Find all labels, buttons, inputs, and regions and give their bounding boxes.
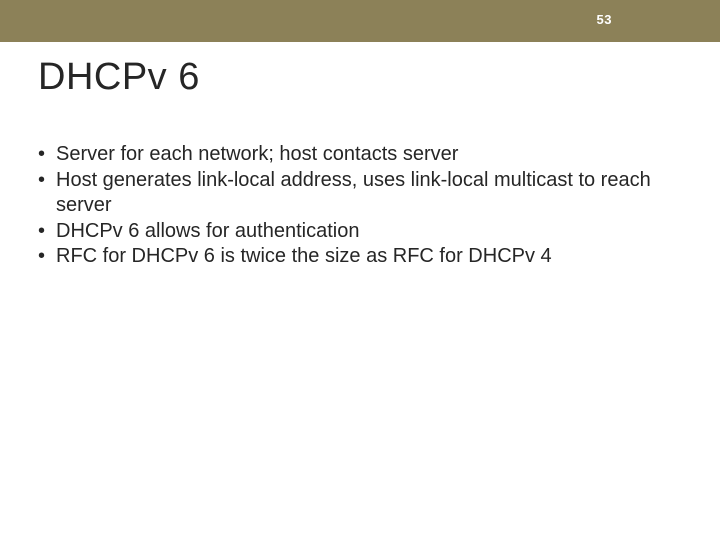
- slide: 53 DHCPv 6 Server for each network; host…: [0, 0, 720, 540]
- list-item: RFC for DHCPv 6 is twice the size as RFC…: [38, 244, 690, 270]
- list-item: Host generates link-local address, uses …: [38, 168, 690, 219]
- bullet-list: Server for each network; host contacts s…: [38, 142, 690, 270]
- slide-title: DHCPv 6: [38, 56, 200, 99]
- page-number: 53: [597, 12, 612, 27]
- header-bar: 53: [0, 0, 720, 42]
- list-item: Server for each network; host contacts s…: [38, 142, 690, 168]
- list-item: DHCPv 6 allows for authentication: [38, 219, 690, 245]
